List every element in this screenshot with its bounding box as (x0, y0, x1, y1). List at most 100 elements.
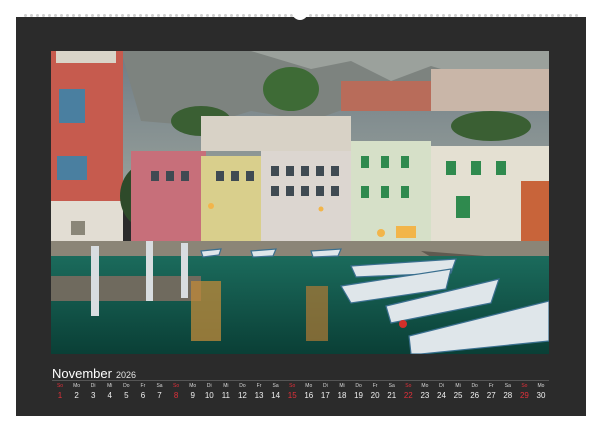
spiral-hole (435, 14, 439, 17)
day-cell: Di 3 (85, 383, 101, 401)
day-number: 9 (190, 391, 195, 400)
spiral-hole (453, 14, 457, 17)
spiral-hole (508, 14, 512, 17)
day-cell: Mi 25 (450, 383, 466, 401)
spiral-hole (447, 14, 451, 17)
spiral-hole (266, 14, 270, 17)
day-number: 14 (271, 391, 281, 400)
weekday-label: Fr (256, 383, 262, 389)
day-cell: Do 19 (351, 383, 367, 401)
spiral-hole (332, 14, 336, 17)
day-cell: Di 17 (317, 383, 333, 401)
day-number: 13 (254, 391, 264, 400)
day-number: 5 (124, 391, 129, 400)
spiral-hole (423, 14, 427, 17)
spiral-hole (72, 14, 76, 17)
spiral-hole (369, 14, 373, 17)
day-number: 25 (453, 391, 463, 400)
day-cell: Di 24 (433, 383, 449, 401)
spiral-hole (375, 14, 379, 17)
day-number: 27 (486, 391, 496, 400)
spiral-hole (223, 14, 227, 17)
day-cell: Do 12 (234, 383, 250, 401)
spiral-hole (229, 14, 233, 17)
spiral-hole (54, 14, 58, 17)
spiral-hole (120, 14, 124, 17)
spiral-hole (284, 14, 288, 17)
weekday-label: Mo (73, 383, 81, 389)
spiral-hole (278, 14, 282, 17)
weekday-label: Do (123, 383, 130, 389)
day-number: 3 (90, 391, 96, 400)
day-number: 22 (403, 391, 413, 400)
spiral-hole (417, 14, 421, 17)
spiral-hole (532, 14, 536, 17)
weekday-label: Mi (339, 383, 345, 389)
spiral-hole (48, 14, 52, 17)
day-cell: Fr 13 (251, 383, 267, 401)
weekday-label: So (173, 383, 180, 389)
day-number: 20 (370, 391, 380, 400)
spiral-hole (562, 14, 566, 17)
spiral-hole (157, 14, 161, 17)
month-name: November (52, 366, 112, 381)
spiral-hole (550, 14, 554, 17)
day-number: 18 (337, 391, 347, 400)
spiral-hole (132, 14, 136, 17)
weekday-label: Mi (455, 383, 461, 389)
weekday-label: Mo (421, 383, 429, 389)
day-cell: Mo 2 (69, 383, 85, 401)
spiral-hole (108, 14, 112, 17)
spiral-hole (175, 14, 179, 17)
spiral-hole (145, 14, 149, 17)
day-cell: Sa 14 (268, 383, 284, 401)
spiral-hole (181, 14, 185, 17)
spiral-hole (568, 14, 572, 17)
spiral-hole (526, 14, 530, 17)
weekday-label: Sa (156, 383, 163, 389)
spiral-hole (187, 14, 191, 17)
weekday-label: Di (206, 383, 212, 389)
day-cell: Mo 9 (185, 383, 201, 401)
spiral-hole (199, 14, 203, 17)
weekday-label: Mo (305, 383, 313, 389)
day-cell: Fr 6 (135, 383, 151, 401)
spiral-hole (36, 14, 40, 17)
spiral-hole (151, 14, 155, 17)
spiral-hole (30, 14, 34, 17)
spiral-hole (272, 14, 276, 17)
spiral-hole (90, 14, 94, 17)
spiral-hole (357, 14, 361, 17)
day-number: 11 (221, 391, 231, 400)
day-number: 1 (57, 391, 63, 400)
spiral-hole (248, 14, 252, 17)
spiral-hole (466, 14, 469, 17)
weekday-label: Sa (272, 383, 279, 389)
weekday-label: Di (323, 383, 328, 389)
day-cell: Sa 7 (152, 383, 168, 401)
weekday-label: Di (90, 383, 96, 389)
weekday-label: Mo (189, 383, 197, 389)
weekday-label: Do (239, 383, 246, 389)
spiral-hole (254, 14, 258, 17)
spiral-hole (217, 14, 221, 17)
day-cell: Di 10 (201, 383, 217, 401)
spiral-hole (338, 14, 342, 17)
year-label: 2026 (115, 370, 136, 380)
day-number: 6 (140, 391, 146, 400)
spiral-hole (344, 14, 348, 17)
spiral-hole (381, 14, 385, 17)
spiral-hole (260, 14, 264, 17)
spiral-hole (459, 14, 463, 17)
weekday-label: Mi (107, 383, 113, 389)
spiral-hole (96, 14, 100, 17)
spiral-hole (484, 14, 488, 17)
spiral-hole (66, 14, 70, 17)
day-number: 17 (320, 391, 330, 400)
weekday-label: Di (439, 383, 444, 389)
days-grid: So 1 Mo 2 Di 3 Mi 4 Do 5 Fr 6 Sa 7 So 8 Mo 9 Di 10 Mi 11 Do 12 F… (52, 383, 549, 403)
spiral-hole (235, 14, 239, 17)
weekday-label: Fr (488, 383, 494, 389)
day-number: 21 (387, 391, 397, 400)
spiral-hole (205, 14, 209, 17)
